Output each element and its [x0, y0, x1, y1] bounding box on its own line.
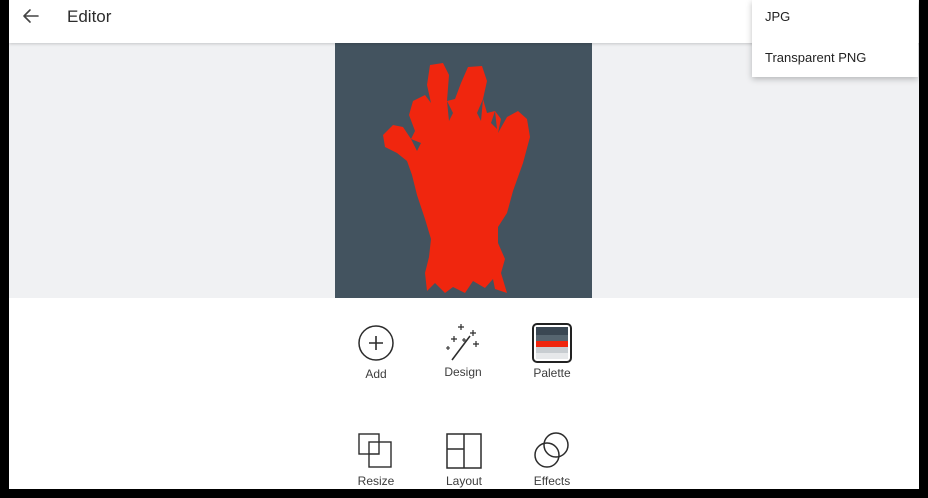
design-button[interactable]: Design — [423, 322, 503, 379]
palette-button[interactable]: Palette — [512, 323, 592, 380]
layout-label: Layout — [445, 474, 483, 488]
effects-label: Effects — [533, 474, 571, 488]
resize-label: Resize — [357, 474, 395, 488]
resize-button[interactable]: Resize — [336, 432, 416, 488]
palette-icon — [532, 323, 572, 363]
zombie-hand-graphic — [383, 63, 530, 293]
menu-item-jpg[interactable]: JPG — [765, 9, 790, 24]
tools-panel: Add Design Palette Resize Layout Effects — [9, 298, 919, 489]
palette-label: Palette — [533, 366, 571, 380]
arrow-left-icon — [23, 9, 39, 23]
magic-wand-icon — [446, 324, 479, 361]
page-title: Editor — [67, 7, 112, 26]
canvas-area — [9, 43, 919, 298]
add-button[interactable]: Add — [336, 324, 416, 381]
add-label: Add — [365, 367, 387, 381]
artwork-canvas[interactable] — [335, 43, 592, 298]
menu-item-transparent-png[interactable]: Transparent PNG — [765, 50, 866, 65]
resize-icon — [358, 433, 392, 468]
design-label: Design — [444, 365, 482, 379]
plus-circle-icon — [358, 325, 394, 361]
effects-icon — [534, 432, 569, 468]
layout-button[interactable]: Layout — [424, 432, 504, 488]
effects-button[interactable]: Effects — [512, 432, 592, 488]
back-button[interactable] — [21, 6, 41, 26]
export-format-menu: JPG Transparent PNG — [752, 0, 918, 77]
layout-icon — [446, 433, 482, 469]
editor-screen: Editor Add Design Palette Resize Layout … — [9, 0, 919, 489]
